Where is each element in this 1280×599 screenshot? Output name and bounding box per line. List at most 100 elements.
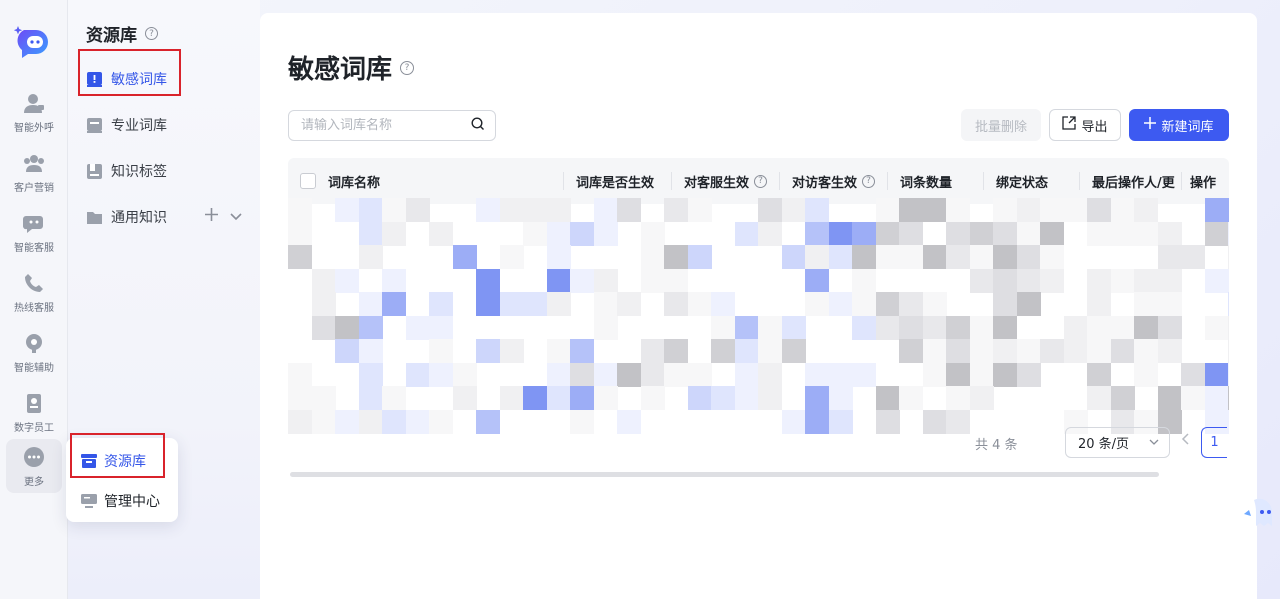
pixel-cell — [640, 245, 665, 269]
pixel-cell — [546, 268, 571, 293]
help-icon[interactable]: ? — [145, 27, 158, 40]
pixel-cell — [805, 221, 829, 246]
plus-icon[interactable] — [205, 206, 218, 225]
select-all-checkbox[interactable] — [300, 173, 316, 189]
pixel-cell — [335, 315, 359, 340]
page-button-current[interactable]: 1 — [1201, 427, 1227, 458]
pixel-cell — [546, 386, 571, 410]
new-library-button[interactable]: 新建词库 — [1129, 109, 1229, 141]
search-input[interactable] — [301, 118, 471, 133]
pixel-cell — [875, 315, 900, 340]
pixel-cell — [1204, 268, 1229, 293]
book-icon — [86, 117, 102, 133]
pixel-cell — [687, 198, 712, 222]
pixel-cell — [1228, 339, 1229, 363]
pixel-cell — [828, 362, 853, 387]
pixel-cell — [969, 221, 994, 246]
prev-page-icon[interactable] — [1181, 433, 1189, 449]
assistant-mascot-icon[interactable] — [1240, 494, 1280, 534]
table-rows-pixelated — [288, 198, 1229, 434]
help-icon[interactable]: ? — [400, 60, 415, 75]
sidebar-item-professional-words[interactable]: 专业词库 — [80, 107, 248, 143]
pixel-cell — [1110, 221, 1135, 246]
pixel-cell — [922, 409, 947, 434]
horizontal-scrollbar[interactable] — [290, 472, 1159, 477]
pixel-cell — [828, 221, 853, 246]
pixel-cell — [382, 409, 406, 434]
app-logo[interactable] — [13, 24, 54, 58]
pixel-cell — [875, 198, 900, 222]
pixel-cell — [499, 198, 524, 222]
pixel-cell — [311, 386, 336, 410]
pixel-cell — [335, 268, 359, 293]
pixel-cell — [1204, 362, 1229, 387]
pixel-cell — [1087, 221, 1111, 246]
rail-item-service[interactable]: 智能客服 — [0, 204, 68, 260]
pixel-cell — [828, 245, 853, 269]
badge-icon — [22, 391, 46, 415]
pixel-cell — [1228, 386, 1229, 410]
pixel-cell — [382, 198, 406, 222]
pixel-cell — [358, 386, 383, 410]
pixel-cell — [382, 268, 406, 293]
rail-item-assist[interactable]: 智能辅助 — [0, 324, 68, 380]
pixel-cell — [781, 339, 806, 363]
popover-item-admin-center[interactable]: 管理中心 — [80, 486, 160, 516]
pixel-cell — [922, 292, 947, 316]
pixel-cell — [899, 198, 923, 222]
rail-item-outbound[interactable]: 智能外呼 — [0, 84, 68, 140]
help-icon[interactable]: ? — [862, 174, 876, 188]
export-icon — [1062, 116, 1077, 134]
rail-item-hotline[interactable]: 热线客服 — [0, 264, 68, 320]
pixel-cell — [852, 221, 876, 246]
main-content: 敏感词库 ? 批量删除 导出 新建词库 词库名称 词库是否生效 对客服生效 ? — [260, 13, 1257, 599]
export-button[interactable]: 导出 — [1049, 109, 1121, 141]
page-title-text: 敏感词库 — [288, 55, 393, 85]
pixel-cell — [946, 245, 970, 269]
pixel-cell — [899, 292, 923, 316]
page-size-select[interactable]: 20 条/页 — [1065, 427, 1170, 458]
rail-label: 更多 — [24, 476, 44, 488]
pixel-cell — [546, 362, 571, 387]
pixel-cell — [852, 292, 876, 316]
help-icon[interactable]: ? — [754, 174, 768, 188]
rail-label: 智能外呼 — [14, 122, 54, 134]
pixel-cell — [499, 386, 524, 410]
pixel-cell — [570, 339, 594, 363]
batch-delete-button[interactable]: 批量删除 — [961, 109, 1041, 141]
new-library-label: 新建词库 — [1161, 119, 1214, 135]
pixel-cell — [734, 386, 759, 410]
pixel-cell — [875, 292, 900, 316]
pixel-cell — [1016, 339, 1041, 363]
pixel-cell — [1181, 362, 1205, 387]
chevron-down-icon[interactable] — [230, 206, 242, 225]
pixel-cell — [1134, 362, 1158, 387]
pixel-cell — [993, 315, 1017, 340]
pixel-cell — [499, 339, 524, 363]
pixel-cell — [1181, 245, 1205, 269]
pixel-cell — [828, 409, 853, 434]
pixel-cell — [358, 339, 383, 363]
pixel-cell — [476, 409, 500, 434]
rail-item-digital-staff[interactable]: 数字员工 — [0, 384, 68, 440]
rail-label: 数字员工 — [14, 422, 54, 434]
pixel-cell — [1157, 245, 1182, 269]
pixel-cell — [711, 339, 735, 363]
pixel-cell — [1040, 245, 1064, 269]
highlight-box — [78, 49, 181, 96]
pixel-cell — [758, 339, 782, 363]
rail-item-marketing[interactable]: 客户营销 — [0, 144, 68, 200]
pixel-cell — [546, 292, 571, 316]
pixel-cell — [1110, 268, 1135, 293]
pixel-cell — [805, 362, 829, 387]
sidebar-item-knowledge-tags[interactable]: 知识标签 — [80, 153, 248, 189]
pixel-cell — [805, 292, 829, 316]
pixel-cell — [311, 315, 336, 340]
pixel-cell — [969, 339, 994, 363]
rail-item-more[interactable]: 更多 — [6, 439, 62, 493]
pixel-cell — [593, 386, 618, 410]
pixel-cell — [993, 245, 1017, 269]
search-icon[interactable] — [471, 116, 485, 135]
pixel-cell — [946, 221, 970, 246]
pixel-cell — [946, 362, 970, 387]
